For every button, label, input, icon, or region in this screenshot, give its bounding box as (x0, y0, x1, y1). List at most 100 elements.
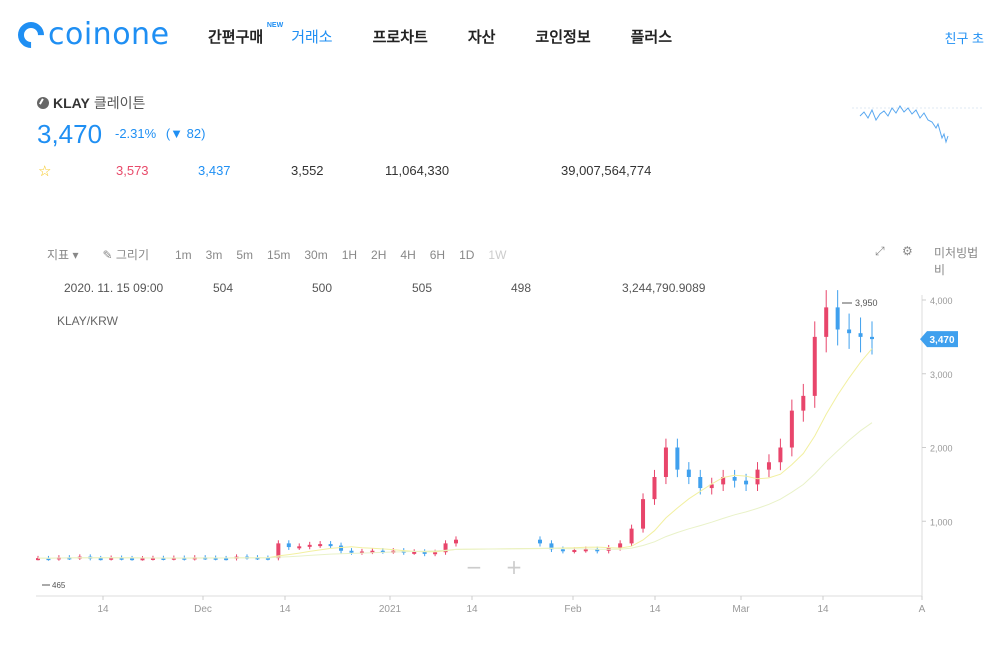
x-tick-label: 14 (97, 604, 109, 615)
candle-body (766, 462, 771, 470)
candle-body (618, 543, 623, 548)
candle-body (328, 544, 333, 547)
down-triangle-icon: ▼ (170, 126, 184, 141)
x-tick-label: 2021 (379, 604, 402, 615)
y-tick-label: 3,000 (930, 370, 953, 380)
interval-15m[interactable]: 15m (267, 248, 290, 262)
candle-body (339, 545, 344, 551)
interval-3m[interactable]: 3m (206, 248, 223, 262)
candle-body (572, 550, 577, 553)
candle-body (801, 395, 806, 411)
x-tick-label: A (919, 604, 926, 615)
interval-1h[interactable]: 1H (342, 248, 357, 262)
x-tick-label: Mar (732, 604, 750, 615)
y-tick-label: 2,000 (930, 444, 953, 454)
candle-body (812, 336, 817, 396)
candle-body (286, 543, 291, 548)
prev-close-price: 3,552 (291, 163, 324, 178)
x-tick-label: 14 (817, 604, 829, 615)
chart-type-selector[interactable]: 미처빙법비 (934, 244, 984, 278)
candle-body (140, 558, 145, 561)
nav-coin-info[interactable]: 코인정보 (535, 26, 590, 47)
caret-down-icon: ▾ (72, 248, 79, 262)
main-nav: 간편구매 NEW 거래소 프로차트 자산 코인정보 플러스 (208, 22, 712, 47)
interval-1m[interactable]: 1m (175, 248, 192, 262)
change-absolute: 82 (186, 126, 202, 141)
candle-body (433, 552, 438, 555)
candle-body (824, 307, 829, 337)
current-price: 3,470 (37, 119, 103, 149)
trade-volume: 11,064,330 (385, 163, 450, 178)
moving-average-long (37, 422, 873, 559)
y-tick-label: 4,000 (930, 296, 953, 306)
x-tick-label: Feb (564, 604, 582, 615)
nav-pro-chart[interactable]: 프로차트 (373, 26, 428, 47)
candle-body (675, 447, 680, 470)
candle-body (847, 329, 852, 334)
coin-korean-name: 클레이튼 (93, 95, 146, 111)
candle-body (698, 477, 703, 489)
interval-1d[interactable]: 1D (459, 248, 474, 262)
current-price-tag-label: 3,470 (929, 335, 954, 346)
candle-body (318, 544, 323, 547)
candle-body (307, 544, 312, 547)
trade-amount: 39,007,564,774 (561, 163, 652, 178)
nav-plus[interactable]: 플러스 (631, 26, 672, 47)
candle-body (744, 480, 749, 485)
zoom-out-button[interactable]: − (466, 555, 483, 579)
candle-body (835, 307, 840, 330)
indicator-label: 지표 (47, 248, 70, 262)
candle-body (629, 528, 634, 544)
candle-body (538, 539, 542, 544)
candle-body (732, 477, 737, 481)
candle-body (454, 539, 458, 544)
candle-body (858, 333, 863, 337)
interval-2h[interactable]: 2H (371, 248, 386, 262)
pencil-icon: ✎ (102, 248, 113, 262)
high-price: 3,573 (116, 163, 149, 178)
candle-body (560, 549, 565, 552)
mini-sparkline (852, 105, 984, 144)
coinone-logo[interactable]: coinone (12, 16, 170, 54)
interval-4h[interactable]: 4H (400, 248, 415, 262)
new-badge: NEW (266, 22, 284, 29)
candle-body (778, 447, 783, 463)
candle-body (755, 469, 760, 485)
invite-friend-link[interactable]: 친구 초 (945, 28, 984, 47)
x-tick-label: 14 (649, 604, 661, 615)
chart-toolbar: 지표 ▾ ✎ 그리기 1m 3m 5m 15m 30m 1H 2H 4H 6H … (47, 246, 520, 263)
nav-quick-buy-label: 간편구매 (208, 29, 264, 46)
interval-1w[interactable]: 1W (488, 248, 506, 262)
coin-symbol: KLAY (53, 95, 90, 111)
favorite-star-icon[interactable]: ☆ (38, 162, 51, 180)
candle-body (297, 546, 302, 549)
logo-text: coinone (48, 17, 170, 52)
interval-5m[interactable]: 5m (236, 248, 253, 262)
nav-assets[interactable]: 자산 (468, 26, 496, 47)
settings-gear-icon[interactable]: ⚙ (902, 244, 913, 258)
candle-body (349, 550, 354, 553)
x-tick-label: 14 (279, 604, 291, 615)
nav-exchange[interactable]: 거래소 (291, 26, 332, 47)
draw-menu[interactable]: ✎ 그리기 (102, 246, 149, 263)
coin-title: KLAY 클레이튼 (37, 93, 145, 113)
min-annotation-label: 465 (52, 581, 66, 590)
interval-30m[interactable]: 30m (304, 248, 327, 262)
fullscreen-icon[interactable]: ⤢ (875, 244, 885, 259)
max-annotation-label: 3,950 (855, 298, 878, 308)
zoom-in-button[interactable]: + (506, 555, 523, 579)
top-header: coinone 간편구매 NEW 거래소 프로차트 자산 코인정보 플러스 친구… (0, 0, 984, 72)
candlestick-chart[interactable]: 4,000 3,000 2,000 1,000 14 Dec 14 2021 14 Feb 14 Ma… (0, 290, 984, 620)
x-tick-label: Dec (194, 604, 212, 615)
klaytn-icon (37, 97, 49, 109)
logo-c-icon (12, 16, 50, 54)
indicator-menu[interactable]: 지표 ▾ (47, 246, 78, 263)
nav-quick-buy[interactable]: 간편구매 NEW (208, 22, 283, 47)
candle-body (652, 477, 657, 500)
candle-body (130, 558, 135, 561)
candle-body (870, 336, 874, 340)
candle-body (789, 410, 794, 448)
interval-6h[interactable]: 6H (430, 248, 445, 262)
y-tick-label: 1,000 (930, 517, 953, 527)
change-paren-close: ) (201, 126, 206, 141)
